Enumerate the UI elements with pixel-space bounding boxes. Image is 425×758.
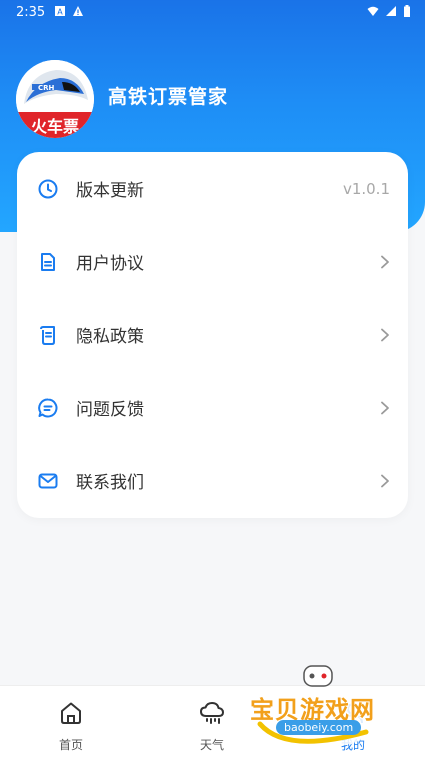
menu-item-label: 隐私政策 bbox=[76, 327, 144, 347]
chevron-right-icon bbox=[381, 328, 389, 341]
app-logo: CRH 火车票 bbox=[16, 60, 94, 138]
chevron-right-icon bbox=[381, 255, 389, 268]
menu-item-contact-us[interactable]: 联系我们 bbox=[17, 444, 408, 517]
home-icon bbox=[61, 702, 81, 724]
menu-item-label: 联系我们 bbox=[76, 473, 144, 493]
battery-icon bbox=[404, 5, 410, 17]
system-icons bbox=[367, 5, 411, 17]
notification-icons: A bbox=[54, 5, 84, 17]
site-watermark: 宝贝游戏网 baobeiy.com bbox=[246, 662, 396, 752]
status-time: 2:35 bbox=[16, 5, 46, 20]
settings-menu-card: 版本更新 v1.0.1 用户协议 隐私政策 问题反馈 联系我们 bbox=[17, 152, 408, 518]
rain-cloud-icon bbox=[200, 702, 224, 724]
tab-home[interactable]: 首页 bbox=[21, 686, 121, 758]
signal-icon bbox=[386, 6, 396, 16]
clock-icon bbox=[38, 179, 58, 198]
menu-item-label: 问题反馈 bbox=[76, 400, 144, 420]
wifi-icon bbox=[367, 6, 379, 16]
menu-item-privacy-policy[interactable]: 隐私政策 bbox=[17, 298, 408, 371]
scroll-icon bbox=[40, 325, 55, 345]
chevron-right-icon bbox=[381, 401, 389, 414]
logo-text: 火车票 bbox=[31, 117, 79, 136]
mail-icon bbox=[38, 473, 58, 488]
status-bar: 2:35 A bbox=[0, 0, 425, 26]
chevron-right-icon bbox=[381, 474, 389, 487]
document-icon bbox=[41, 252, 55, 271]
chat-icon bbox=[38, 397, 58, 417]
a-notification-icon: A bbox=[55, 6, 65, 17]
menu-item-version-update[interactable]: 版本更新 v1.0.1 bbox=[17, 152, 408, 225]
app-title: 高铁订票管家 bbox=[108, 86, 229, 108]
menu-item-label: 版本更新 bbox=[76, 181, 144, 201]
watermark-url: baobeiy.com bbox=[276, 720, 362, 735]
menu-item-label: 用户协议 bbox=[76, 254, 144, 274]
logo-badge: CRH bbox=[38, 84, 55, 92]
menu-item-feedback[interactable]: 问题反馈 bbox=[17, 371, 408, 444]
warning-icon bbox=[73, 6, 83, 16]
version-value: v1.0.1 bbox=[342, 179, 390, 198]
tab-label: 首页 bbox=[58, 738, 83, 752]
menu-item-user-agreement[interactable]: 用户协议 bbox=[17, 225, 408, 298]
train-logo-icon: CRH 火车票 bbox=[16, 60, 94, 138]
svg-text:A: A bbox=[57, 8, 63, 17]
